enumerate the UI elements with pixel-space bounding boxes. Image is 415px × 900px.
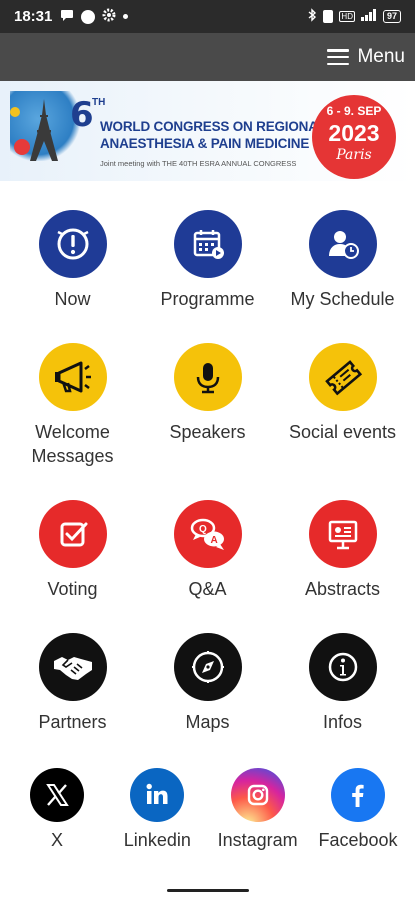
tile-voting[interactable]: Voting [5,500,140,633]
menu-button[interactable]: Menu [327,46,405,68]
banner-red-dot [14,139,30,155]
tile-label: Welcome Messages [31,422,114,466]
grid-row: Partners Maps Infos [0,633,415,763]
banner-subtitle: Joint meeting with THE 40TH ESRA ANNUAL … [100,159,297,168]
facebook-logo-icon [330,768,385,822]
vibrate-icon [323,10,334,23]
more-notifications-icon [123,14,129,19]
tile-qa[interactable]: QA Q&A [140,500,275,633]
banner-title-line2: ANAESTHESIA & PAIN MEDICINE [100,136,310,151]
chat-notification-icon [60,8,74,25]
hd-icon: HD [339,11,355,22]
tile-label: My Schedule [290,289,395,309]
tile-label: Maps [185,712,230,732]
social-label: Facebook [318,830,398,850]
social-facebook[interactable]: Facebook [308,768,408,851]
ticket-icon [308,343,377,411]
bluetooth-icon [307,8,317,25]
banner-edition-number: 6 [70,95,94,135]
info-icon [308,633,377,701]
tile-label: Infos [322,712,363,732]
grid-row: Now Programme My Schedule [0,210,415,343]
megaphone-icon [38,343,107,411]
banner-title-line1: WORLD CONGRESS ON REGIONAL [100,119,326,134]
top-bar: Menu [0,33,415,81]
social-links: X Linkedin Instagram Facebook [0,768,415,851]
social-label: X [50,830,63,850]
signal-icon [360,9,377,24]
main-menu-grid: Now Programme My Schedule Welcome Message… [0,210,415,763]
tile-maps[interactable]: Maps [140,633,275,763]
eiffel-tower-icon [30,99,58,161]
checkbox-icon [38,500,107,568]
tile-speakers[interactable]: Speakers [140,343,275,500]
hamburger-icon [327,49,350,65]
svg-text:A: A [210,535,217,546]
tile-programme[interactable]: Programme [140,210,275,343]
chat-bubbles-icon: QA [173,500,242,568]
battery-icon: 97 [382,10,401,23]
compass-icon [173,633,242,701]
date-badge: 6 - 9. SEP 2023 Paris [312,95,396,179]
tile-partners[interactable]: Partners [5,633,140,763]
presentation-icon [308,500,377,568]
instagram-logo-icon [230,768,285,822]
tile-now[interactable]: Now [5,210,140,343]
tile-label: Social events [288,422,397,442]
tile-my-schedule[interactable]: My Schedule [275,210,410,343]
social-instagram[interactable]: Instagram [208,768,308,851]
social-linkedin[interactable]: Linkedin [107,768,207,851]
tile-label: Programme [160,289,255,309]
tile-label: Now [54,289,91,309]
congress-banner[interactable]: 6 TH WORLD CONGRESS ON REGIONAL ANAESTHE… [0,81,415,181]
tile-label: Voting [47,579,98,599]
tile-label: Q&A [188,579,227,599]
tile-welcome-messages[interactable]: Welcome Messages [5,343,140,500]
status-time: 18:31 [14,8,53,25]
x-logo-icon [30,768,84,822]
banner-dates: 6 - 9. SEP [326,104,382,118]
menu-label: Menu [357,46,405,67]
tile-label: Speakers [169,422,246,442]
banner-year: 2023 [328,120,380,146]
grid-row: Voting QA Q&A Abstracts [0,500,415,633]
banner-edition-suffix: TH [92,97,106,108]
handshake-icon [38,633,107,701]
clock-alert-icon [38,210,107,278]
banner-yellow-dot [10,107,20,117]
notification-icons [60,8,129,25]
tile-infos[interactable]: Infos [275,633,410,763]
social-label: Linkedin [123,830,191,850]
tile-abstracts[interactable]: Abstracts [275,500,410,633]
microphone-icon [173,343,242,411]
home-indicator[interactable] [167,889,249,892]
app-notification-icon [81,9,96,24]
tile-social-events[interactable]: Social events [275,343,410,500]
social-x[interactable]: X [7,768,107,851]
linkedin-logo-icon [130,768,185,822]
banner-city: Paris [336,147,372,163]
status-bar: 18:31 HD 97 [0,0,415,33]
tile-label: Abstracts [304,579,381,599]
system-icons: HD 97 [307,8,401,25]
tile-label: Partners [38,712,107,732]
user-schedule-icon [308,210,377,278]
svg-text:Q: Q [199,524,207,535]
grid-row: Welcome Messages Speakers Social events [0,343,415,500]
settings-notification-icon [102,8,116,25]
social-label: Instagram [217,830,298,850]
calendar-icon [173,210,242,278]
